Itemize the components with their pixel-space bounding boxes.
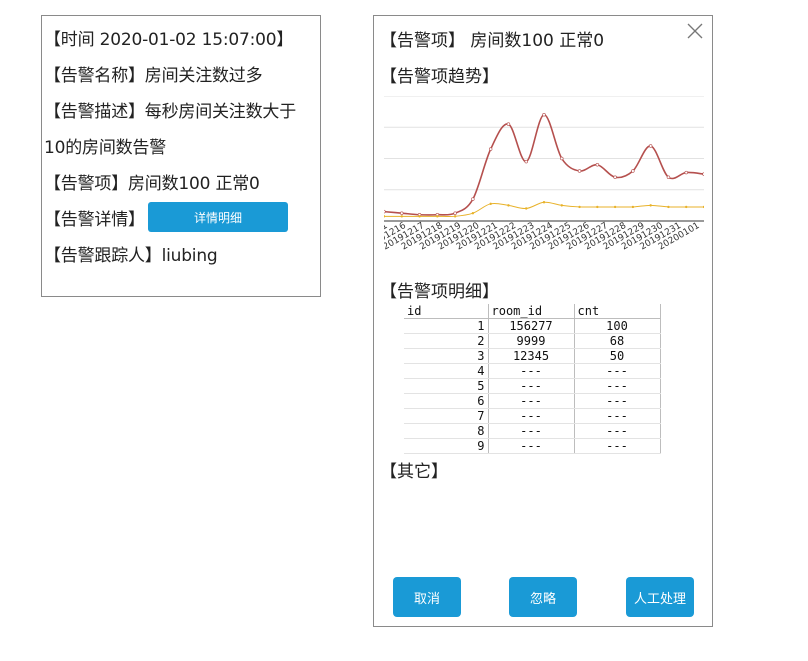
data-point	[489, 202, 492, 206]
table-row: 5 --- ---	[404, 378, 661, 395]
data-point	[649, 204, 652, 207]
alert-item: 【告警项】房间数100 正常0	[44, 174, 260, 194]
manual-process-button[interactable]: 人工处理	[626, 577, 694, 617]
alert-description: 【告警描述】每秒房间关注数大于	[44, 102, 296, 122]
cell-id: 3	[404, 348, 489, 365]
alert-name: 【告警名称】房间关注数过多	[44, 66, 263, 86]
cell-id: 1	[404, 318, 489, 335]
data-point	[613, 205, 617, 209]
alert-description-cont: 10的房间数告警	[44, 138, 167, 158]
data-point	[507, 204, 510, 207]
cell-room-id: ---	[488, 363, 575, 380]
data-point	[488, 147, 493, 151]
cell-room-id: ---	[488, 408, 575, 425]
cell-room-id: ---	[488, 438, 575, 455]
data-point	[418, 215, 421, 218]
ignore-button[interactable]: 忽略	[509, 577, 577, 617]
data-point	[542, 113, 546, 117]
cell-id: 4	[404, 363, 489, 380]
cell-id: 9	[404, 438, 489, 455]
data-point	[684, 170, 688, 175]
data-point	[524, 159, 528, 164]
data-point	[453, 211, 457, 215]
cell-room-id: ---	[488, 378, 575, 395]
data-point	[560, 156, 564, 161]
cell-room-id: 156277	[488, 318, 575, 335]
data-point	[666, 175, 671, 179]
data-point	[702, 205, 704, 209]
data-point	[400, 215, 403, 218]
data-point	[453, 215, 457, 218]
data-point	[578, 205, 581, 209]
trend-chart: 2019121201912162019121720191218201912192…	[384, 96, 704, 253]
cell-cnt: 68	[574, 333, 661, 350]
table-header-row: id room_id cnt	[404, 304, 661, 320]
alert-detail-label: 【告警详情】	[44, 210, 145, 230]
cell-id: 6	[404, 393, 489, 410]
series-line-0	[384, 113, 704, 216]
data-point	[613, 175, 617, 179]
data-point	[702, 172, 704, 176]
column-header-id: id	[404, 304, 489, 320]
table-row: 7 --- ---	[404, 408, 661, 425]
cell-cnt: ---	[574, 408, 661, 425]
dialog-alert-item: 【告警项】 房间数100 正常0	[380, 31, 605, 51]
detail-button[interactable]: 详情明细	[148, 202, 288, 232]
table-row: 8 --- ---	[404, 423, 661, 440]
cell-cnt: ---	[574, 363, 661, 380]
data-point	[471, 211, 475, 215]
data-point	[400, 211, 404, 215]
table-row: 2 9999 68	[404, 333, 661, 350]
data-point	[471, 197, 475, 201]
data-point	[577, 169, 582, 173]
data-point	[595, 163, 600, 167]
close-icon[interactable]	[686, 22, 704, 40]
data-point	[560, 204, 563, 207]
table-row: 4 --- ---	[404, 363, 661, 380]
data-point	[685, 205, 688, 209]
data-point	[384, 209, 386, 214]
cell-cnt: 50	[574, 348, 661, 365]
alert-summary-card: 【时间 2020-01-02 15:07:00】 【告警名称】房间关注数过多 【…	[41, 15, 321, 297]
alert-tracker: 【告警跟踪人】liubing	[44, 246, 218, 266]
data-point	[631, 169, 635, 173]
data-point	[384, 215, 386, 218]
cell-id: 2	[404, 333, 489, 350]
column-header-cnt: cnt	[574, 304, 661, 320]
data-point	[525, 207, 528, 210]
cancel-button[interactable]: 取消	[393, 577, 461, 617]
table-row: 6 --- ---	[404, 393, 661, 410]
trend-title: 【告警项趋势】	[380, 67, 499, 87]
column-header-room-id: room_id	[488, 304, 575, 320]
cell-cnt: ---	[574, 393, 661, 410]
alert-time: 【时间 2020-01-02 15:07:00】	[44, 30, 294, 50]
table-row: 1 156277 100	[404, 318, 661, 335]
alert-detail-dialog: 【告警项】 房间数100 正常0 【告警项趋势】 2019121 20191216…	[373, 15, 713, 627]
cell-id: 7	[404, 408, 489, 425]
detail-title: 【告警项明细】	[380, 282, 499, 302]
other-title: 【其它】	[380, 462, 448, 482]
data-point	[648, 144, 653, 148]
data-point	[667, 205, 670, 209]
cell-cnt: ---	[574, 438, 661, 455]
cell-cnt: ---	[574, 378, 661, 395]
cell-room-id: 12345	[488, 348, 575, 365]
data-point	[542, 201, 546, 204]
cell-cnt: ---	[574, 423, 661, 440]
table-row: 9 --- ---	[404, 438, 661, 455]
cell-room-id: 9999	[488, 333, 575, 350]
cell-id: 8	[404, 423, 489, 440]
data-point	[596, 205, 599, 209]
cell-cnt: 100	[574, 318, 661, 335]
data-point	[436, 215, 439, 218]
data-point	[506, 122, 511, 126]
cell-id: 5	[404, 378, 489, 395]
data-point	[631, 205, 635, 209]
detail-table: id room_id cnt 1 156277 100 2 9999 68 3 12345…	[404, 304, 661, 455]
cell-room-id: ---	[488, 393, 575, 410]
table-row: 3 12345 50	[404, 348, 661, 365]
cell-room-id: ---	[488, 423, 575, 440]
